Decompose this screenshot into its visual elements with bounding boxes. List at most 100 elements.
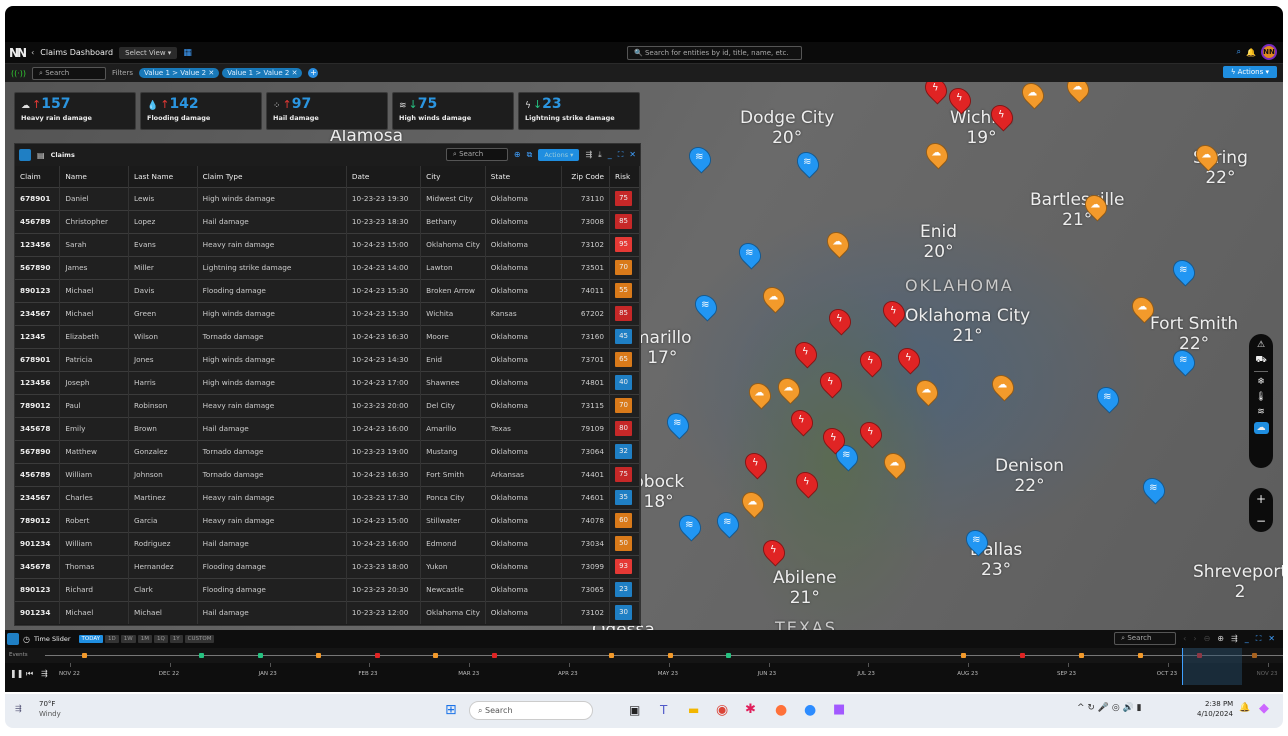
event-marker[interactable] [316,653,321,658]
claim-map-pin[interactable]: ≋ [662,408,694,440]
table-row[interactable]: 234567 Michael Green High winds damage 10-24… [15,301,640,325]
actions-button[interactable]: ϟ Actions ▾ [1222,66,1277,78]
pause-button[interactable]: ❚❚ [10,669,23,678]
close-icon[interactable]: ✕ [1268,634,1275,643]
table-row[interactable]: 901234 Michael Michael Hail damage 10-23-23 … [15,600,640,624]
table-row[interactable]: 123456 Sarah Evans Heavy rain damage 10-24-2… [15,232,640,256]
figma-icon[interactable]: ■ [833,702,845,717]
table-row[interactable]: 789012 Paul Robinson Heavy rain damage 10-23… [15,393,640,417]
back-icon[interactable]: ‹ [31,48,34,57]
claim-map-pin[interactable]: ☁ [737,487,769,519]
claim-map-pin[interactable]: ϟ [786,405,818,437]
claim-map-pin[interactable]: ϟ [815,367,847,399]
clock-time[interactable]: 2:38 PM [1205,700,1233,708]
claim-map-pin[interactable]: ϟ [920,82,952,105]
settings-sliders-icon[interactable]: ⇶ [1231,634,1238,643]
table-row[interactable]: 123456 Joseph Harris High winds damage 10-24… [15,370,640,394]
expand-columns-icon[interactable]: ⧉ [527,150,533,160]
column-header[interactable]: Claim [15,166,61,187]
download-icon[interactable]: ⤓ [598,150,602,160]
event-marker[interactable] [433,653,438,658]
claim-map-pin[interactable]: ≋ [674,510,706,542]
claim-map-pin[interactable]: ϟ [893,343,925,375]
avatar[interactable]: NN [1261,44,1277,60]
claim-map-pin[interactable]: ☁ [921,138,953,170]
event-marker[interactable] [82,653,87,658]
column-header[interactable]: City [420,166,486,187]
column-header[interactable]: State [485,166,563,187]
thermometer-icon[interactable]: 🌡 [1255,392,1266,402]
prev-icon[interactable]: ‹ [1183,634,1186,643]
event-marker[interactable] [258,653,263,658]
skip-back-button[interactable]: ⏮ [26,669,33,679]
range-button[interactable]: TODAY [78,635,104,643]
add-filter-button[interactable]: + [308,68,319,78]
grid-view-icon[interactable]: ▦ [183,48,192,58]
zoom-in-button[interactable]: + [1256,492,1266,506]
settings-sliders-icon[interactable]: ⇶ [585,150,592,159]
chrome-icon[interactable]: ◉ [716,702,728,718]
close-icon[interactable]: ✕ [629,150,636,159]
event-marker[interactable] [1079,653,1084,658]
table-row[interactable]: 345678 Emily Brown Hail damage 10-24-23 16:0… [15,416,640,440]
event-marker[interactable] [199,653,204,658]
rain-cloud-icon[interactable]: ☁ [1253,422,1269,434]
claim-map-pin[interactable]: ≋ [792,147,824,179]
events-track[interactable]: Events [5,648,1283,663]
claim-map-pin[interactable]: ☁ [1062,82,1094,104]
table-row[interactable]: 789012 Robert Garcia Heavy rain damage 10-24… [15,508,640,532]
event-marker[interactable] [668,653,673,658]
column-header[interactable]: Risk [609,166,640,187]
claim-map-pin[interactable]: ☁ [744,378,776,410]
slack-icon[interactable]: ✱ [745,702,756,717]
table-row[interactable]: 456789 Christopher Lopez Hail damage 10-23-2… [15,209,640,233]
file-explorer-icon[interactable]: ▬ [688,703,699,717]
taskbar-search[interactable]: ⌕ Search [469,701,593,720]
locate-icon[interactable]: ⊕ [514,150,521,159]
radar-icon[interactable]: ((·)) [11,69,26,78]
warning-icon[interactable]: ⚠ [1257,340,1265,350]
column-header[interactable]: Last Name [128,166,198,187]
range-button[interactable]: 1W [120,635,136,643]
table-row[interactable]: 12345 Elizabeth Wilson Tornado damage 10-24-… [15,324,640,348]
zoom-app-icon[interactable]: ● [804,702,816,718]
select-view-dropdown[interactable]: Select View ▾ [119,46,178,59]
claims-search-input[interactable]: ⌕ Search [445,148,508,161]
search-icon[interactable]: ⌕ [1237,47,1241,57]
table-row[interactable]: 456789 William Johnson Tornado damage 10-24-… [15,462,640,486]
event-marker[interactable] [1020,653,1025,658]
wind-icon[interactable]: ≋ [1257,407,1265,417]
maximize-icon[interactable]: ⛶ [618,150,624,160]
tray-icons[interactable]: ^ ↻ 🎤 ◎ 🔊 ▮ [1077,703,1142,713]
filter-chip[interactable]: Value 1 > Value 2 ✕ [139,68,220,78]
stat-card[interactable]: 💧 ↑142 Flooding damage [140,92,262,130]
claim-map-pin[interactable]: ϟ [824,304,856,336]
claim-map-pin[interactable]: ☁ [1017,82,1049,110]
range-button[interactable]: 1Y [169,635,183,643]
event-marker[interactable] [609,653,614,658]
claim-map-pin[interactable]: ϟ [758,535,790,567]
claims-actions-button[interactable]: Actions ▾ [538,148,580,161]
stat-card[interactable]: ≋ ↓75 High winds damage [392,92,514,130]
claim-map-pin[interactable]: ≋ [1092,382,1124,414]
claim-map-pin[interactable]: ≋ [734,238,766,270]
minimize-icon[interactable]: _ [608,150,612,159]
table-row[interactable]: 890123 Michael Davis Flooding damage 10-24-2… [15,278,640,302]
snowflake-icon[interactable]: ❄ [1257,377,1265,387]
next-icon[interactable]: › [1193,634,1196,643]
event-marker[interactable] [1138,653,1143,658]
zoom-in-icon[interactable]: ⊕ [1217,634,1224,643]
claim-map-pin[interactable]: ≋ [684,142,716,174]
range-button[interactable]: CUSTOM [184,635,215,643]
start-button[interactable]: ⊞ [445,702,457,718]
weather-desc[interactable]: Windy [39,710,61,718]
stat-card[interactable]: ϟ ↓23 Lightning strike damage [518,92,640,130]
filter-chip[interactable]: Value 1 > Value 2 ✕ [222,68,303,78]
table-row[interactable]: 678901 Patricia Jones High winds damage 10-2… [15,347,640,371]
minimize-icon[interactable]: _ [1245,634,1249,643]
claim-map-pin[interactable]: ☁ [987,370,1019,402]
claim-map-pin[interactable]: ☁ [911,375,943,407]
maximize-icon[interactable]: ⛶ [1256,634,1262,644]
zoom-out-button[interactable]: − [1256,514,1266,528]
table-row[interactable]: 567890 James Miller Lightning strike damage… [15,255,640,279]
